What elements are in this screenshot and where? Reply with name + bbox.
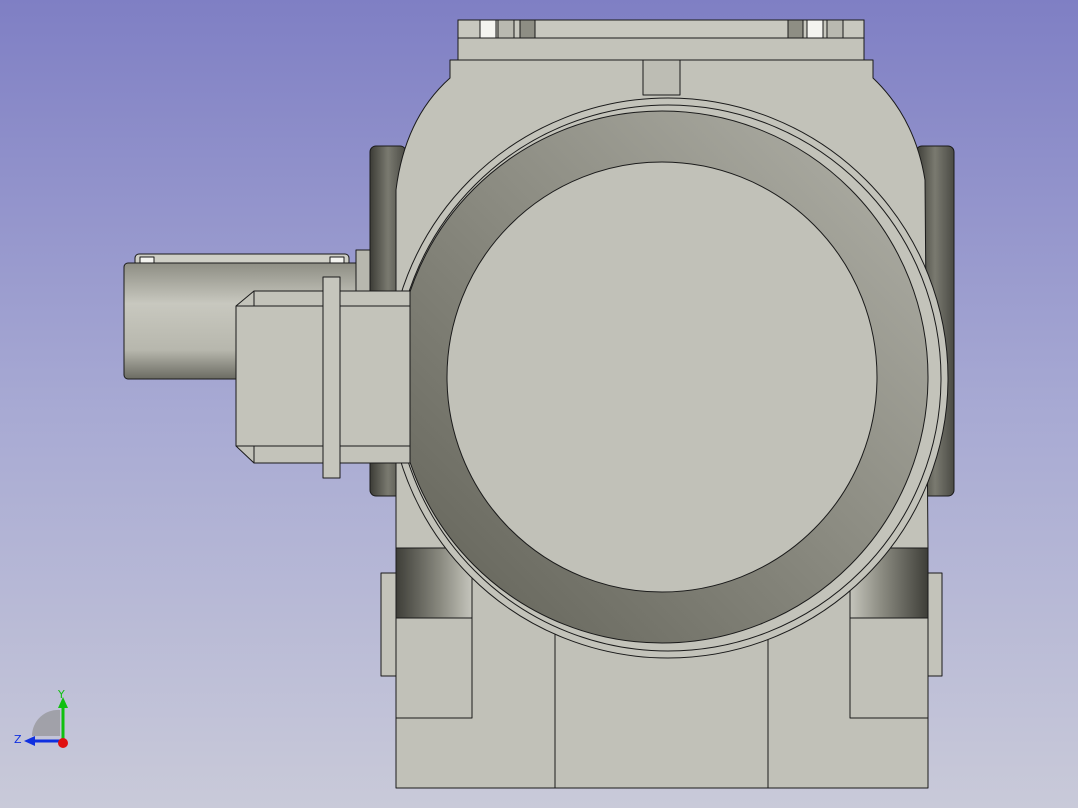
bolt-hole — [806, 19, 824, 39]
axis-triad: Y Z — [14, 688, 68, 748]
coupling-ring — [322, 276, 341, 479]
y-axis-label: Y — [57, 688, 65, 701]
bearing-cover — [446, 161, 878, 593]
x-axis-dot — [58, 738, 68, 748]
z-axis-arrow — [24, 736, 35, 746]
gearbox-model — [123, 19, 955, 789]
foot-left-plate — [380, 572, 398, 677]
z-axis-label: Z — [14, 733, 22, 746]
bolt-hole — [497, 19, 515, 39]
3d-viewport[interactable]: Y Z — [0, 0, 1078, 808]
top-key — [642, 59, 681, 96]
bolt-hole — [826, 19, 844, 39]
bolt-hole — [479, 19, 497, 39]
